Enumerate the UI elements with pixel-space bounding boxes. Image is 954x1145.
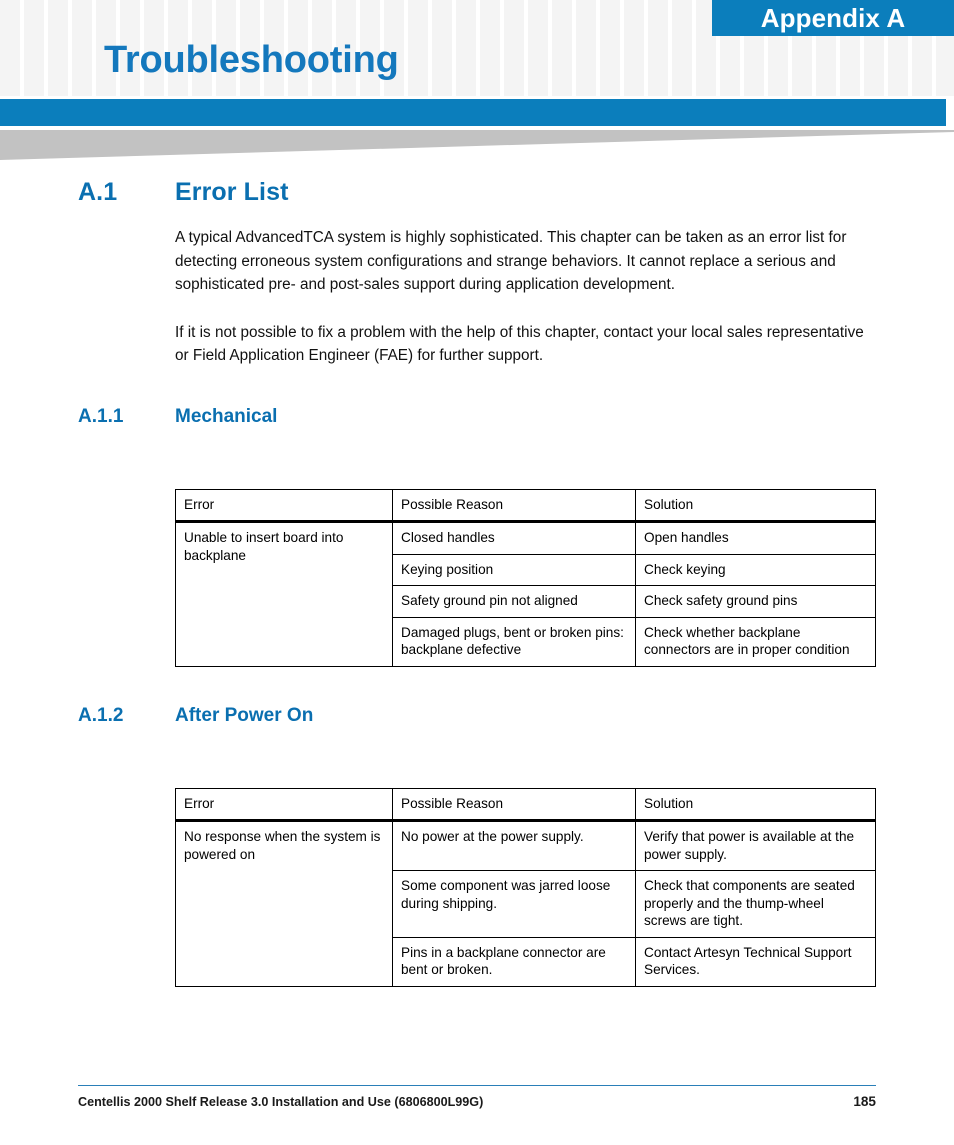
column-header-possible-reason: Possible Reason xyxy=(392,488,636,523)
column-header-solution: Solution xyxy=(635,488,876,523)
error-cell: No response when the system is powered o… xyxy=(175,820,393,987)
section-title-a1: Error List xyxy=(175,178,289,206)
error-cell: Unable to insert board into backplane xyxy=(175,521,393,667)
reason-cell: Damaged plugs, bent or broken pins: back… xyxy=(392,616,636,667)
section-number-a1: A.1 xyxy=(78,178,118,206)
page-title: Troubleshooting xyxy=(104,39,399,81)
column-header-error: Error xyxy=(175,488,393,523)
footer-row: Centellis 2000 Shelf Release 3.0 Install… xyxy=(78,1094,876,1109)
section-title-a12: After Power On xyxy=(175,704,314,726)
paragraph-a1-2: If it is not possible to fix a problem w… xyxy=(175,323,864,365)
page-header: Appendix A Troubleshooting xyxy=(0,0,954,96)
section-number-a11: A.1.1 xyxy=(78,405,124,427)
reason-cell: Safety ground pin not aligned xyxy=(392,585,636,618)
header-gray-wedge xyxy=(0,130,954,160)
table-row: Unable to insert board into backplane Cl… xyxy=(175,521,876,667)
column-header-error: Error xyxy=(175,787,393,822)
solution-cell: Open handles xyxy=(635,521,876,555)
solution-cell: Check keying xyxy=(635,553,876,586)
reason-cell: Closed handles xyxy=(392,521,636,555)
section-number-a12: A.1.2 xyxy=(78,704,124,726)
reason-cell: Some component was jarred loose during s… xyxy=(392,870,636,938)
section-heading-a12: A.1.2 After Power On xyxy=(78,705,954,727)
page-footer: Centellis 2000 Shelf Release 3.0 Install… xyxy=(78,1085,876,1109)
footer-divider xyxy=(78,1085,876,1086)
table-row: No response when the system is powered o… xyxy=(175,820,876,987)
reason-cell: No power at the power supply. xyxy=(392,820,636,871)
section-heading-a1: A.1 Error List xyxy=(78,178,954,207)
mechanical-error-table: Error Possible Reason Solution Unable to… xyxy=(175,488,876,667)
column-header-solution: Solution xyxy=(635,787,876,822)
column-header-possible-reason: Possible Reason xyxy=(392,787,636,822)
page-content: A.1 Error List A typical AdvancedTCA sys… xyxy=(0,160,954,987)
solution-cell: Verify that power is available at the po… xyxy=(635,820,876,871)
section-heading-a11: A.1.1 Mechanical xyxy=(78,406,954,428)
table-header-row: Error Possible Reason Solution xyxy=(175,488,876,523)
after-power-on-error-table: Error Possible Reason Solution No respon… xyxy=(175,787,876,987)
reason-cell: Keying position xyxy=(392,553,636,586)
paragraph-a1-1: A typical AdvancedTCA system is highly s… xyxy=(175,229,847,293)
solution-cell: Check that components are seated properl… xyxy=(635,870,876,938)
solution-cell: Contact Artesyn Technical Support Servic… xyxy=(635,936,876,987)
footer-page-number: 185 xyxy=(853,1094,876,1109)
table-header-row: Error Possible Reason Solution xyxy=(175,787,876,822)
solution-cell: Check safety ground pins xyxy=(635,585,876,618)
header-blue-bar xyxy=(0,99,946,126)
appendix-banner: Appendix A xyxy=(712,0,954,36)
section-title-a11: Mechanical xyxy=(175,405,278,427)
reason-cell: Pins in a backplane connector are bent o… xyxy=(392,936,636,987)
solution-cell: Check whether backplane connectors are i… xyxy=(635,616,876,667)
footer-document-title: Centellis 2000 Shelf Release 3.0 Install… xyxy=(78,1095,484,1109)
